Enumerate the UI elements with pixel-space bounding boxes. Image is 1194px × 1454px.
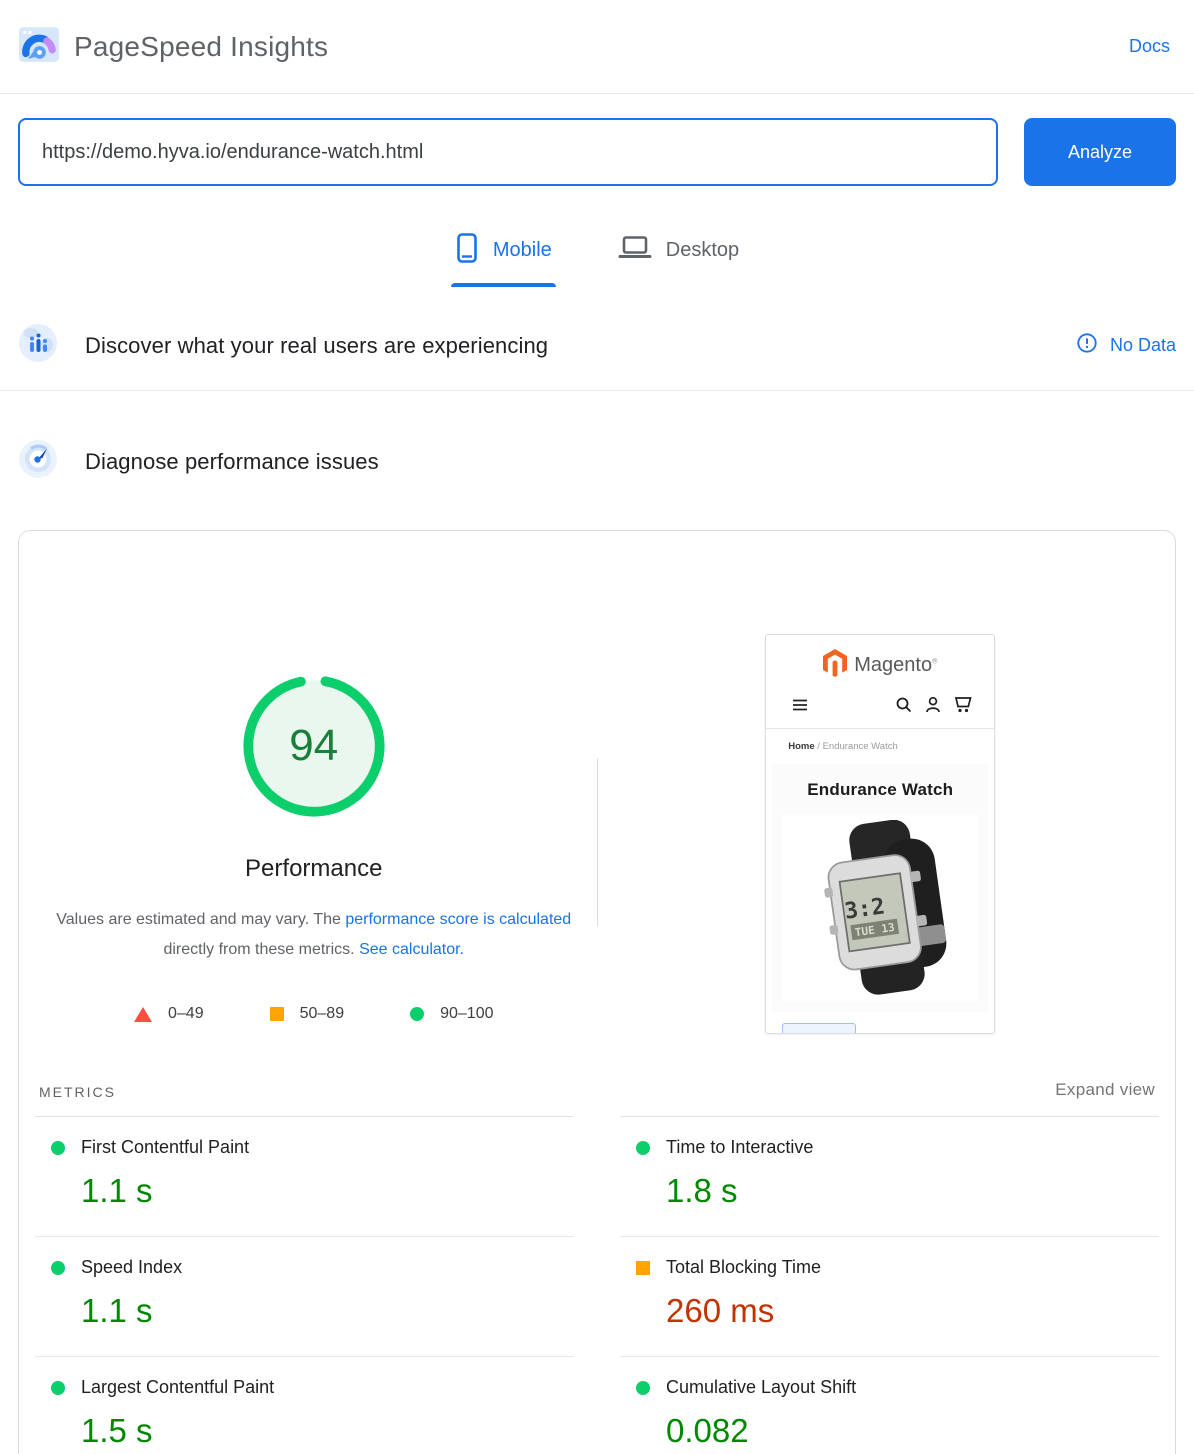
legend-good-range: 90–100: [440, 1005, 493, 1023]
legend-fail: 0–49: [134, 1005, 204, 1023]
expand-view-link[interactable]: Expand view: [1055, 1080, 1155, 1100]
metrics-grid: METRICS Expand view First Contentful Pai…: [31, 1070, 1163, 1454]
tab-desktop-label: Desktop: [666, 239, 739, 262]
metric-value: 1.1 s: [81, 1292, 570, 1330]
final-screenshot-block: Magento®: [598, 531, 1164, 1034]
expand-view-row: Expand view: [620, 1070, 1159, 1117]
brand: PageSpeed Insights: [18, 23, 328, 70]
no-data-status[interactable]: No Data: [1076, 332, 1176, 359]
average-square-icon: [270, 1007, 284, 1021]
search-icon: [895, 696, 912, 718]
good-circle-icon: [410, 1007, 424, 1021]
diagnose-gauge-icon: [18, 439, 58, 484]
tab-desktop[interactable]: Desktop: [614, 226, 743, 287]
metric-largest-contentful-paint: Largest Contentful Paint 1.5 s: [35, 1357, 574, 1454]
desktop-laptop-icon: [618, 233, 652, 268]
performance-score: 94: [241, 673, 387, 819]
metric-first-contentful-paint: First Contentful Paint 1.1 s: [35, 1117, 574, 1237]
see-calculator-link[interactable]: See calculator.: [359, 941, 464, 958]
info-circle-icon: [1076, 332, 1098, 359]
lighthouse-report-card: 94 Performance Values are estimated and …: [18, 530, 1176, 1454]
metric-speed-index: Speed Index 1.1 s: [35, 1237, 574, 1357]
account-icon: [925, 696, 941, 718]
metric-total-blocking-time: Total Blocking Time 260 ms: [620, 1237, 1159, 1357]
metric-value: 1.1 s: [81, 1172, 570, 1210]
performance-summary: 94 Performance Values are estimated and …: [31, 531, 1163, 1034]
legend-average: 50–89: [270, 1005, 345, 1023]
diagnose-section: Diagnose performance issues: [0, 417, 1194, 506]
metrics-heading: METRICS: [39, 1084, 116, 1100]
docs-link[interactable]: Docs: [1129, 36, 1170, 57]
mini-product-panel: Endurance Watch: [772, 764, 988, 1012]
app-header: PageSpeed Insights Docs: [0, 0, 1194, 94]
analyze-button[interactable]: Analyze: [1024, 118, 1176, 186]
good-circle-icon: [51, 1141, 65, 1155]
mobile-phone-icon: [455, 232, 479, 269]
device-tabs: Mobile Desktop: [0, 226, 1194, 287]
metric-value: 0.082: [666, 1412, 1155, 1450]
metric-value: 1.8 s: [666, 1172, 1155, 1210]
disclaimer-text: directly from these metrics.: [163, 941, 359, 958]
performance-gauge-block: 94 Performance Values are estimated and …: [31, 531, 597, 1034]
good-circle-icon: [636, 1141, 650, 1155]
tab-mobile-label: Mobile: [493, 239, 552, 262]
real-users-icon: [18, 323, 58, 368]
no-data-label: No Data: [1110, 335, 1176, 356]
cart-icon: [954, 696, 972, 718]
mini-partial-button: [782, 1023, 856, 1034]
svg-text:3:2: 3:2: [843, 893, 886, 924]
legend-average-range: 50–89: [300, 1005, 345, 1023]
good-circle-icon: [51, 1381, 65, 1395]
performance-label: Performance: [245, 855, 382, 883]
score-legend: 0–49 50–89 90–100: [134, 1005, 493, 1023]
app-title: PageSpeed Insights: [74, 31, 328, 63]
url-input[interactable]: [18, 118, 998, 186]
score-disclaimer: Values are estimated and may vary. The p…: [54, 905, 574, 965]
average-square-icon: [636, 1261, 650, 1275]
performance-gauge[interactable]: 94: [241, 673, 387, 819]
metrics-heading-row: METRICS: [35, 1070, 574, 1117]
disclaimer-text: Values are estimated and may vary. The: [56, 911, 345, 928]
fail-triangle-icon: [134, 1007, 152, 1022]
diagnose-title: Diagnose performance issues: [85, 449, 379, 475]
tab-mobile[interactable]: Mobile: [451, 226, 556, 287]
good-circle-icon: [636, 1381, 650, 1395]
score-calc-link[interactable]: performance score is calculated: [345, 911, 571, 928]
product-image: 3:2 TUE 13: [782, 814, 978, 1002]
mini-breadcrumb: Home / Endurance Watch: [766, 729, 994, 762]
hamburger-menu-icon: [792, 698, 808, 716]
metric-value: 260 ms: [666, 1292, 1155, 1330]
magento-mark-icon: [823, 649, 847, 682]
active-tab-indicator: [451, 283, 556, 287]
metric-time-to-interactive: Time to Interactive 1.8 s: [620, 1117, 1159, 1237]
metric-cumulative-layout-shift: Cumulative Layout Shift 0.082: [620, 1357, 1159, 1454]
pagespeed-logo-icon: [18, 23, 60, 70]
field-data-section: Discover what your real users are experi…: [0, 301, 1194, 391]
url-bar: Analyze: [0, 94, 1194, 186]
field-data-title: Discover what your real users are experi…: [85, 333, 548, 359]
mini-product-title: Endurance Watch: [772, 780, 988, 800]
magento-wordmark: Magento®: [854, 654, 937, 677]
legend-fail-range: 0–49: [168, 1005, 204, 1023]
final-screenshot-thumbnail[interactable]: Magento®: [765, 634, 995, 1034]
mini-toolbar: [766, 682, 994, 728]
metric-value: 1.5 s: [81, 1412, 570, 1450]
legend-good: 90–100: [410, 1005, 493, 1023]
magento-logo: Magento®: [766, 649, 994, 682]
good-circle-icon: [51, 1261, 65, 1275]
